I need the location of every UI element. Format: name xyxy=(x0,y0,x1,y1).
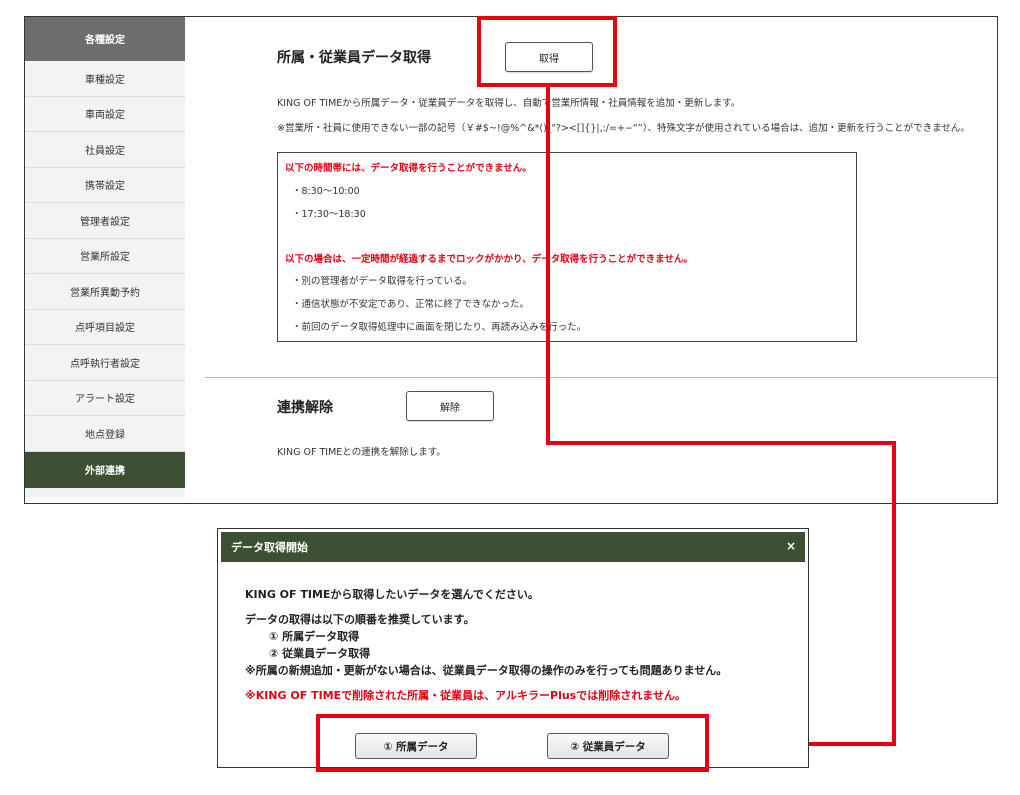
settings-panel: 各種設定 車種設定 車両設定 社員設定 携帯設定 管理者設定 営業所設定 営業所… xyxy=(24,16,998,504)
sidebar-item-rollcall-items[interactable]: 点呼項目設定 xyxy=(25,309,185,345)
sidebar-item-vehicle-type[interactable]: 車種設定 xyxy=(25,61,185,97)
sidebar-item-office-transfer[interactable]: 営業所異動予約 xyxy=(25,274,185,310)
symbol-warning: ※営業所・社員に使用できない一部の記号（￥#$~!@%^&*()_"?><[]{… xyxy=(277,123,970,134)
notice-box: 以下の時間帯には、データ取得を行うことができません。 ・8:30〜10:00 ・… xyxy=(277,152,857,342)
sidebar-item-office[interactable]: 営業所設定 xyxy=(25,238,185,274)
lock-case: ・通信状態が不安定であり、正常に終了できなかった。 xyxy=(292,299,530,310)
close-icon[interactable]: × xyxy=(786,539,796,553)
acquire-section-title: 所属・従業員データ取得 xyxy=(277,50,431,66)
highlight-acquire-button xyxy=(477,16,617,87)
lock-case: ・別の管理者がデータ取得を行っている。 xyxy=(292,276,473,287)
dialog-recommend: データの取得は以下の順番を推奨しています。 xyxy=(245,613,475,626)
sidebar-item-alert[interactable]: アラート設定 xyxy=(25,380,185,416)
sidebar-item-external-link[interactable]: 外部連携 xyxy=(25,451,185,488)
dialog-instruction: KING OF TIMEから取得したいデータを選んでください。 xyxy=(245,588,539,601)
dialog-step-1: ① 所属データ取得 xyxy=(269,630,360,643)
section-divider xyxy=(205,377,997,378)
sidebar-item-vehicle[interactable]: 車両設定 xyxy=(25,96,185,132)
time-slot: ・17:30〜18:30 xyxy=(292,209,366,220)
unlink-description: KING OF TIMEとの連携を解除します。 xyxy=(277,447,446,458)
connector-line xyxy=(892,441,896,746)
connector-line xyxy=(546,441,896,445)
lock-case: ・前回のデータ取得処理中に画面を閉じたり、再読み込みを行った。 xyxy=(292,322,587,333)
time-restriction-heading: 以下の時間帯には、データ取得を行うことができません。 xyxy=(285,163,532,174)
connector-line xyxy=(546,87,550,445)
time-slot: ・8:30〜10:00 xyxy=(292,186,360,197)
dialog-header: データ取得開始 × xyxy=(221,532,805,562)
dialog-step-2: ② 従業員データ取得 xyxy=(269,647,371,660)
sidebar-item-mobile[interactable]: 携帯設定 xyxy=(25,167,185,203)
dialog-note: ※所属の新規追加・更新がない場合は、従業員データ取得の操作のみを行っても問題あり… xyxy=(245,664,728,677)
sidebar-item-location[interactable]: 地点登録 xyxy=(25,416,185,452)
acquire-description: KING OF TIMEから所属データ・従業員データを取得し、自動で営業所情報・… xyxy=(277,98,741,109)
lock-heading: 以下の場合は、一定時間が経過するまでロックがかかり、データ取得を行うことができま… xyxy=(285,254,693,265)
sidebar-header: 各種設定 xyxy=(25,17,185,61)
sidebar-item-rollcall-executor[interactable]: 点呼執行者設定 xyxy=(25,345,185,381)
sidebar-item-admin[interactable]: 管理者設定 xyxy=(25,203,185,239)
dialog-title: データ取得開始 xyxy=(231,541,308,554)
unlink-button[interactable]: 解除 xyxy=(406,391,494,421)
unlink-section-title: 連携解除 xyxy=(277,400,333,416)
highlight-dialog-buttons xyxy=(316,714,709,772)
sidebar-item-employee[interactable]: 社員設定 xyxy=(25,132,185,168)
sidebar: 各種設定 車種設定 車両設定 社員設定 携帯設定 管理者設定 営業所設定 営業所… xyxy=(25,17,185,497)
dialog-warning: ※KING OF TIMEで削除された所属・従業員は、アルキラーPlusでは削除… xyxy=(245,689,686,702)
main-content: 所属・従業員データ取得 取得 KING OF TIMEから所属データ・従業員デー… xyxy=(185,17,997,503)
